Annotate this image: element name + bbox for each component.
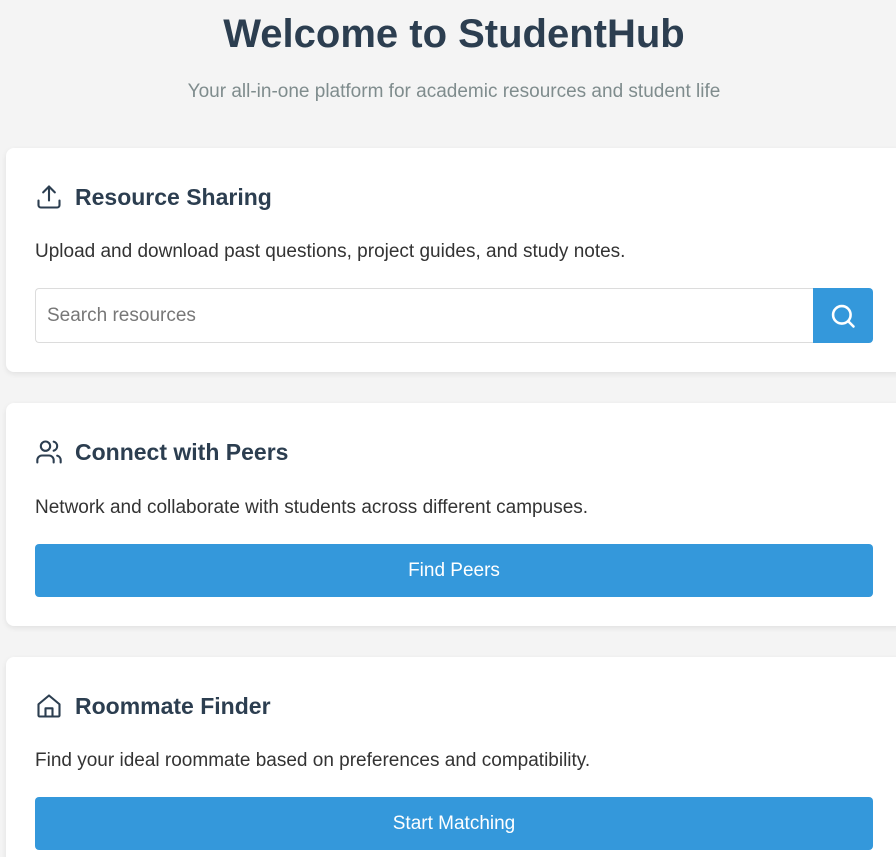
connect-peers-card: Connect with Peers Network and collabora… [6,403,896,626]
resource-sharing-description: Upload and download past questions, proj… [35,241,626,262]
search-icon [831,304,855,328]
resource-sharing-card: Resource Sharing Upload and download pas… [6,148,896,372]
resource-sharing-header: Resource Sharing [35,182,272,212]
roommate-finder-card: Roommate Finder Find your ideal roommate… [6,657,896,857]
page-title: Welcome to StudentHub [223,12,685,56]
resource-search-bar [35,288,873,343]
resource-sharing-title: Resource Sharing [75,183,272,210]
page: Welcome to StudentHub Your all-in-one pl… [0,0,896,857]
users-icon [35,438,63,466]
connect-peers-title: Connect with Peers [75,438,289,465]
search-input[interactable] [35,288,813,343]
connect-peers-header: Connect with Peers [35,437,288,467]
page-subtitle: Your all-in-one platform for academic re… [187,81,721,102]
start-matching-button[interactable]: Start Matching [35,797,873,850]
home-icon [35,692,63,720]
find-peers-button[interactable]: Find Peers [35,544,873,597]
roommate-finder-title: Roommate Finder [75,692,271,719]
connect-peers-description: Network and collaborate with students ac… [35,497,589,518]
upload-icon [35,183,63,211]
search-button[interactable] [813,288,873,343]
roommate-finder-description: Find your ideal roommate based on prefer… [35,750,591,771]
roommate-finder-header: Roommate Finder [35,691,271,721]
